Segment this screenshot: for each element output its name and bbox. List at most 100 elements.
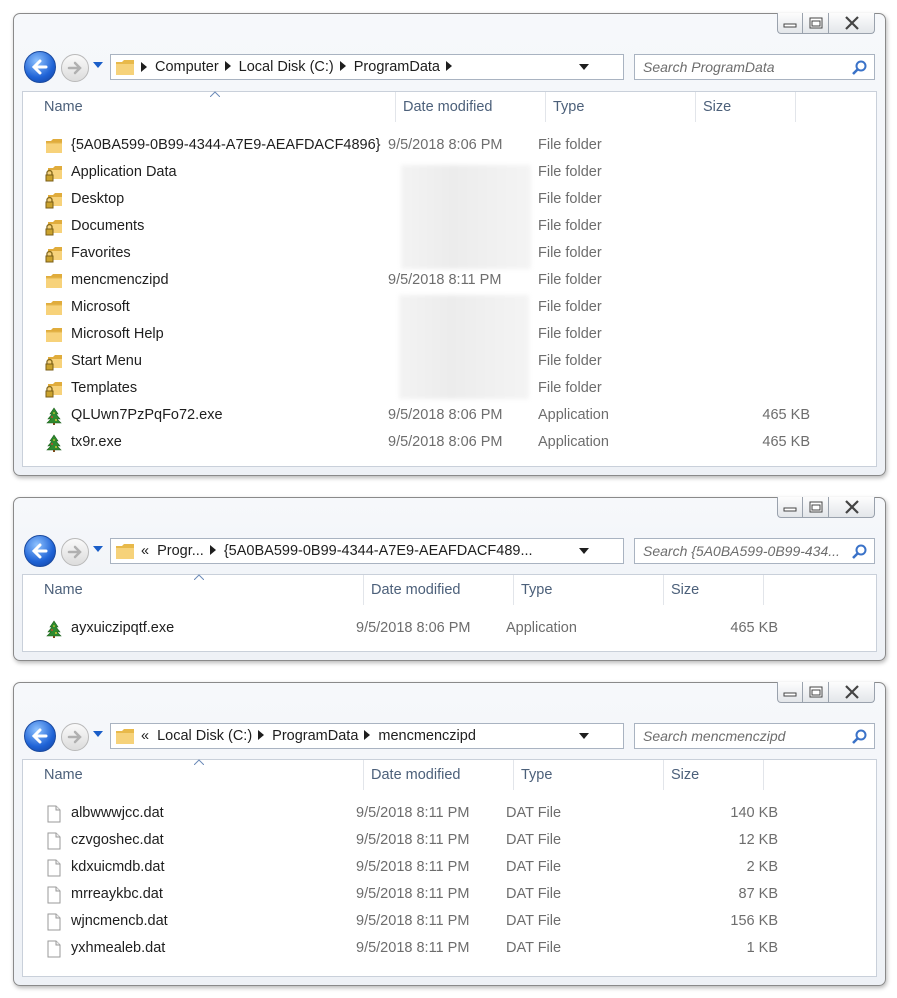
breadcrumb-overflow[interactable]: « (141, 543, 149, 559)
file-row[interactable]: mrreaykbc.dat 9/5/2018 8:11 PM DAT File 87 … (23, 881, 876, 908)
file-date: 9/5/2018 8:11 PM (356, 940, 470, 956)
file-date: 9/5/2018 8:06 PM (388, 137, 503, 153)
column-header-date[interactable]: Date modified (363, 760, 513, 790)
column-header-name[interactable]: Name (37, 760, 363, 790)
minimize-button[interactable] (777, 13, 803, 34)
column-header-spacer (795, 92, 855, 122)
minimize-button[interactable] (777, 682, 803, 703)
breadcrumb-item[interactable]: Local Disk (C:) (239, 59, 354, 75)
locked-folder-icon (45, 245, 63, 263)
address-bar[interactable]: « Progr... {5A0BA599-0B99-4344-A7E9-AEAF… (110, 538, 706, 564)
breadcrumb-item[interactable]: Progr... (157, 543, 224, 559)
breadcrumb-item[interactable]: ProgramData (272, 728, 378, 744)
maximize-button[interactable] (803, 682, 829, 703)
file-row[interactable]: albwwwjcc.dat 9/5/2018 8:11 PM DAT File 140… (23, 800, 876, 827)
file-name: kdxuicmdb.dat (71, 859, 165, 875)
file-row[interactable]: wjncmencb.dat 9/5/2018 8:11 PM DAT File 156… (23, 908, 876, 935)
column-header-size[interactable]: Size (695, 92, 795, 122)
breadcrumb-separator[interactable] (141, 62, 147, 72)
file-type: DAT File (506, 940, 562, 956)
back-button[interactable] (24, 535, 56, 567)
arrow-right-icon (67, 545, 82, 559)
file-type: File folder (538, 353, 602, 369)
file-type: File folder (538, 191, 602, 207)
forward-button[interactable] (61, 538, 89, 566)
locked-folder-icon (45, 353, 63, 371)
back-button[interactable] (24, 720, 56, 752)
close-button[interactable] (829, 682, 875, 703)
file-name: yxhmealeb.dat (71, 940, 166, 956)
column-header-size[interactable]: Size (663, 760, 763, 790)
maximize-button[interactable] (803, 13, 829, 34)
recent-pages-dropdown-icon[interactable] (92, 544, 104, 554)
column-header-date[interactable]: Date modified (363, 575, 513, 605)
file-row[interactable]: QLUwn7PzPqFo72.exe 9/5/2018 8:06 PM Applic… (23, 402, 876, 429)
minimize-button[interactable] (777, 497, 803, 518)
recent-pages-dropdown-icon[interactable] (92, 60, 104, 70)
file-type: File folder (538, 272, 602, 288)
address-dropdown-icon[interactable] (579, 733, 589, 740)
maximize-button[interactable] (803, 497, 829, 518)
caption-buttons (777, 13, 875, 34)
file-row[interactable]: mencmenczipd 9/5/2018 8:11 PM File folder (23, 267, 876, 294)
breadcrumb-item[interactable]: mencmenczipd (378, 728, 476, 744)
breadcrumb-label: Progr... (157, 543, 204, 559)
minimize-icon (783, 507, 797, 512)
address-bar[interactable]: Computer Local Disk (C:) ProgramData (110, 54, 706, 80)
close-button[interactable] (829, 497, 875, 518)
file-name: Documents (71, 218, 145, 234)
breadcrumb-label: ProgramData (272, 728, 359, 744)
file-row[interactable]: Start Menu File folder (23, 348, 876, 375)
address-bar[interactable]: « Local Disk (C:) ProgramData mencmenczi… (110, 723, 706, 749)
file-name: mencmenczipd (71, 272, 169, 288)
column-header-type[interactable]: Type (545, 92, 695, 122)
file-row[interactable]: kdxuicmdb.dat 9/5/2018 8:11 PM DAT File 2 K… (23, 854, 876, 881)
column-header-date[interactable]: Date modified (395, 92, 545, 122)
file-date: 9/5/2018 8:11 PM (356, 859, 470, 875)
close-button[interactable] (829, 13, 875, 34)
forward-button[interactable] (61, 54, 89, 82)
file-row[interactable]: yxhmealeb.dat 9/5/2018 8:11 PM DAT File 1 K… (23, 935, 876, 962)
search-icon (852, 729, 867, 744)
file-icon (45, 805, 63, 823)
file-row[interactable]: czvgoshec.dat 9/5/2018 8:11 PM DAT File 12 … (23, 827, 876, 854)
address-dropdown-icon[interactable] (579, 64, 589, 71)
file-row[interactable]: Documents File folder (23, 213, 876, 240)
file-row[interactable]: Desktop File folder (23, 186, 876, 213)
column-header-size[interactable]: Size (663, 575, 763, 605)
breadcrumb-item[interactable]: ProgramData (354, 59, 460, 75)
address-dropdown-icon[interactable] (579, 548, 589, 555)
breadcrumb-item[interactable]: Computer (155, 59, 239, 75)
search-box[interactable]: Search ProgramData (634, 54, 875, 80)
file-row[interactable]: Favorites File folder (23, 240, 876, 267)
file-size: 2 KB (746, 859, 778, 875)
breadcrumb-overflow[interactable]: « (141, 728, 149, 744)
back-button[interactable] (24, 51, 56, 83)
forward-button[interactable] (61, 723, 89, 751)
breadcrumb-item[interactable]: {5A0BA599-0B99-4344-A7E9-AEAFDACF489... (224, 543, 533, 559)
column-header-name[interactable]: Name (37, 92, 395, 122)
column-header-type[interactable]: Type (513, 575, 663, 605)
file-row[interactable]: Application Data File folder (23, 159, 876, 186)
search-box[interactable]: Search {5A0BA599-0B99-434... (634, 538, 875, 564)
file-size (720, 375, 810, 402)
file-type: DAT File (506, 886, 562, 902)
column-header-type[interactable]: Type (513, 760, 663, 790)
chevron-right-icon (209, 545, 216, 555)
file-row[interactable]: ayxuiczipqtf.exe 9/5/2018 8:06 PM Applicat… (23, 615, 876, 642)
breadcrumb-label: ProgramData (353, 59, 440, 75)
column-header-name[interactable]: Name (37, 575, 363, 605)
file-row[interactable]: tx9r.exe 9/5/2018 8:06 PM Application 465 K… (23, 429, 876, 456)
file-row[interactable]: Microsoft Help File folder (23, 321, 876, 348)
file-row[interactable]: Templates File folder (23, 375, 876, 402)
file-row[interactable]: {5A0BA599-0B99-4344-A7E9-AEAFDACF4896} 9/… (23, 132, 876, 159)
file-row[interactable]: Microsoft File folder (23, 294, 876, 321)
recent-pages-dropdown-icon[interactable] (92, 729, 104, 739)
breadcrumb-item[interactable]: Local Disk (C:) (157, 728, 272, 744)
file-size (720, 213, 810, 240)
file-date: 9/5/2018 8:06 PM (388, 407, 503, 423)
search-box[interactable]: Search mencmenczipd (634, 723, 875, 749)
file-name: Templates (71, 380, 138, 396)
file-date: 9/5/2018 8:06 PM (388, 434, 503, 450)
close-icon (844, 500, 859, 514)
